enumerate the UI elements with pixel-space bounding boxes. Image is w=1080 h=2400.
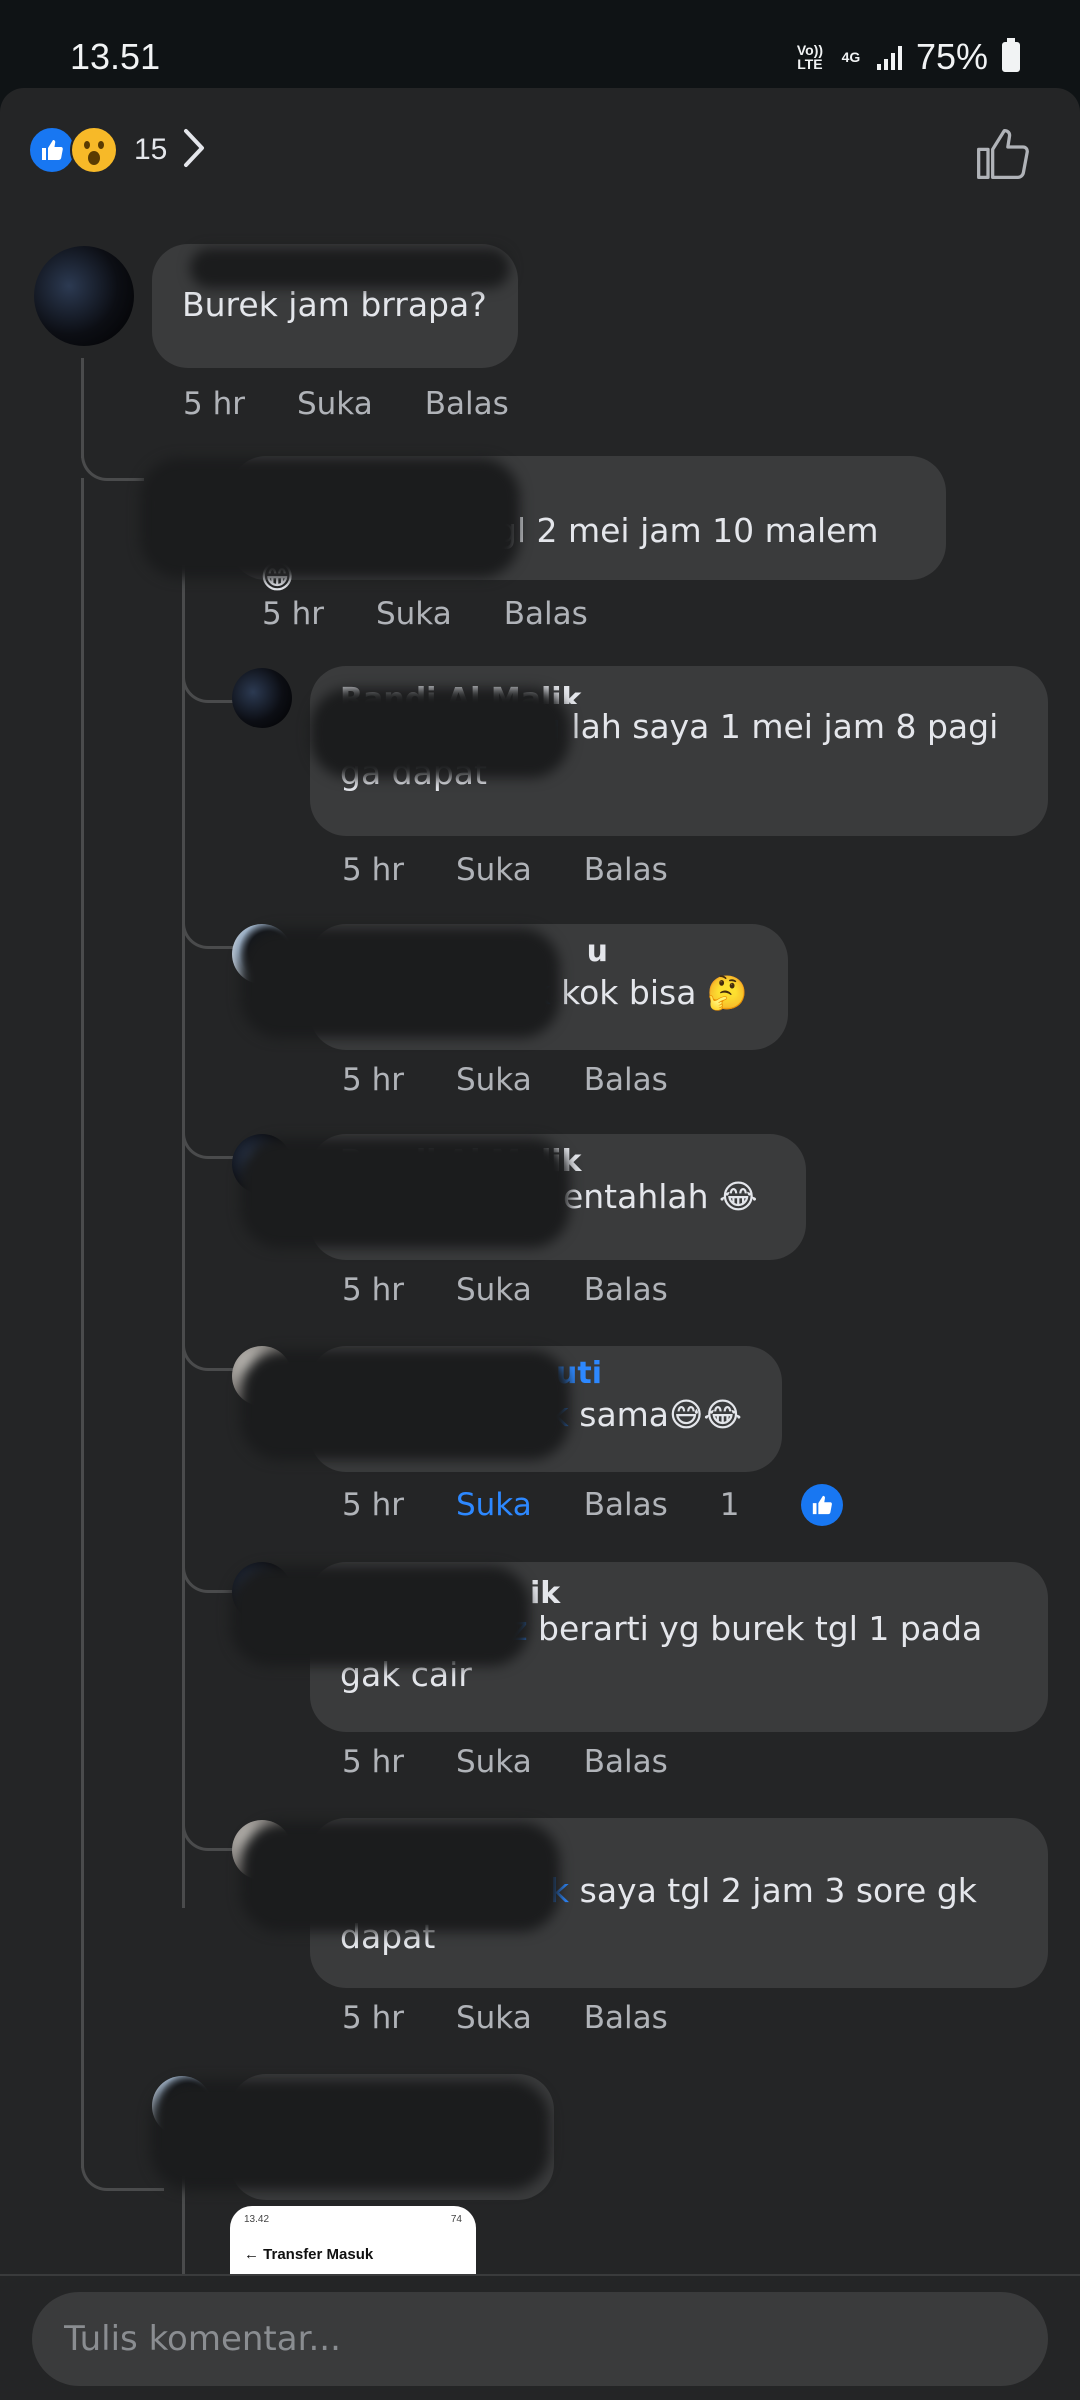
comment-time: 5 hr (342, 852, 404, 888)
redacted-name (230, 1566, 530, 1666)
attachment-status-time: 13.42 (244, 2214, 270, 2225)
comment-time: 5 hr (342, 1062, 404, 1098)
like-comment-button[interactable]: Suka (456, 1487, 532, 1523)
thread-connector (182, 1328, 233, 1371)
like-comment-button[interactable]: Suka (456, 1062, 532, 1098)
thread-connector (182, 1808, 233, 1851)
redacted-name (150, 2080, 550, 2190)
redacted-name (240, 1350, 570, 1460)
battery-percent: 75% (915, 36, 988, 77)
comment-input[interactable] (32, 2292, 1048, 2386)
like-icon (28, 126, 76, 174)
like-comment-button[interactable]: Suka (456, 1272, 532, 1308)
reply-button[interactable]: Balas (504, 596, 588, 632)
comment-composer (0, 2274, 1080, 2400)
reaction-count: 15 (134, 133, 168, 166)
reply-button[interactable]: Balas (584, 1744, 668, 1780)
comment-meta: 5 hr Suka Balas (342, 1062, 720, 1098)
comment-meta: 5 hr Suka Balas (342, 1744, 720, 1780)
attachment-thumbnail[interactable]: 13.42 74 ← Transfer Masuk (230, 2206, 476, 2280)
redacted-name (140, 458, 520, 578)
comment-time: 5 hr (342, 1487, 404, 1523)
like-comment-button[interactable]: Suka (297, 386, 373, 422)
redacted-name (240, 1138, 570, 1248)
comments-sheet: 15 Burek jam brrapa? 5 hr Suka Balas Rtg… (0, 88, 1080, 2400)
comment-meta: 5 hr Suka Balas (342, 1272, 720, 1308)
comment-meta: 5 hr Suka Balas (262, 596, 640, 632)
reply-button[interactable]: Balas (584, 1062, 668, 1098)
avatar[interactable] (34, 246, 134, 346)
comment-meta: 5 hr Suka Balas (183, 386, 561, 422)
status-indicators: Vo)) LTE 4G 75% (795, 36, 1020, 78)
like-comment-button[interactable]: Suka (456, 1744, 532, 1780)
avatar[interactable] (232, 668, 292, 728)
reply-button[interactable]: Balas (584, 1487, 668, 1523)
attachment-title: ← Transfer Masuk (244, 2246, 374, 2263)
signal-icon (876, 44, 902, 70)
reactions-summary[interactable]: 15 (28, 126, 207, 174)
comment-time: 5 hr (342, 2000, 404, 2036)
thread-line (182, 528, 185, 1908)
status-bar: 13.51 Vo)) LTE 4G 75% (0, 0, 1080, 88)
reply-button[interactable]: Balas (584, 2000, 668, 2036)
thread-connector (182, 1550, 233, 1593)
comment-time: 5 hr (183, 386, 245, 422)
like-comment-button[interactable]: Suka (376, 596, 452, 632)
like-comment-button[interactable]: Suka (456, 2000, 532, 2036)
comment-meta: 5 hr Suka Balas 1 (342, 1484, 947, 1526)
redacted-name (240, 1822, 560, 1932)
status-time: 13.51 (70, 36, 161, 77)
reply-button[interactable]: Balas (425, 386, 509, 422)
reply-button[interactable]: Balas (584, 852, 668, 888)
like-icon (801, 1484, 844, 1526)
comment-meta: 5 hr Suka Balas (342, 2000, 720, 2036)
chevron-right-icon (181, 128, 207, 172)
comment-time: 5 hr (342, 1744, 404, 1780)
reply-button[interactable]: Balas (584, 1272, 668, 1308)
redacted-name (240, 928, 560, 1038)
thread-connector (182, 660, 233, 703)
comment-time: 5 hr (262, 596, 324, 632)
comment-time: 5 hr (342, 1272, 404, 1308)
battery-icon (1002, 38, 1020, 72)
thread-connector (182, 906, 233, 949)
comment-reaction-count[interactable]: 1 (720, 1484, 896, 1526)
network-indicator: 4G (841, 49, 861, 65)
redacted-name (190, 248, 510, 288)
comment-text: Burek jam brrapa? (182, 285, 487, 324)
thread-connector (81, 418, 144, 481)
like-comment-button[interactable]: Suka (456, 852, 532, 888)
thread-line (81, 478, 84, 2168)
thread-connector (182, 1116, 233, 1159)
wow-icon (70, 126, 118, 174)
comment-meta: 5 hr Suka Balas (342, 852, 720, 888)
like-post-button[interactable] (974, 126, 1030, 186)
attachment-status-right: 74 (450, 2214, 462, 2225)
redacted-name (310, 688, 570, 778)
volte-indicator: Vo)) LTE (796, 42, 824, 72)
